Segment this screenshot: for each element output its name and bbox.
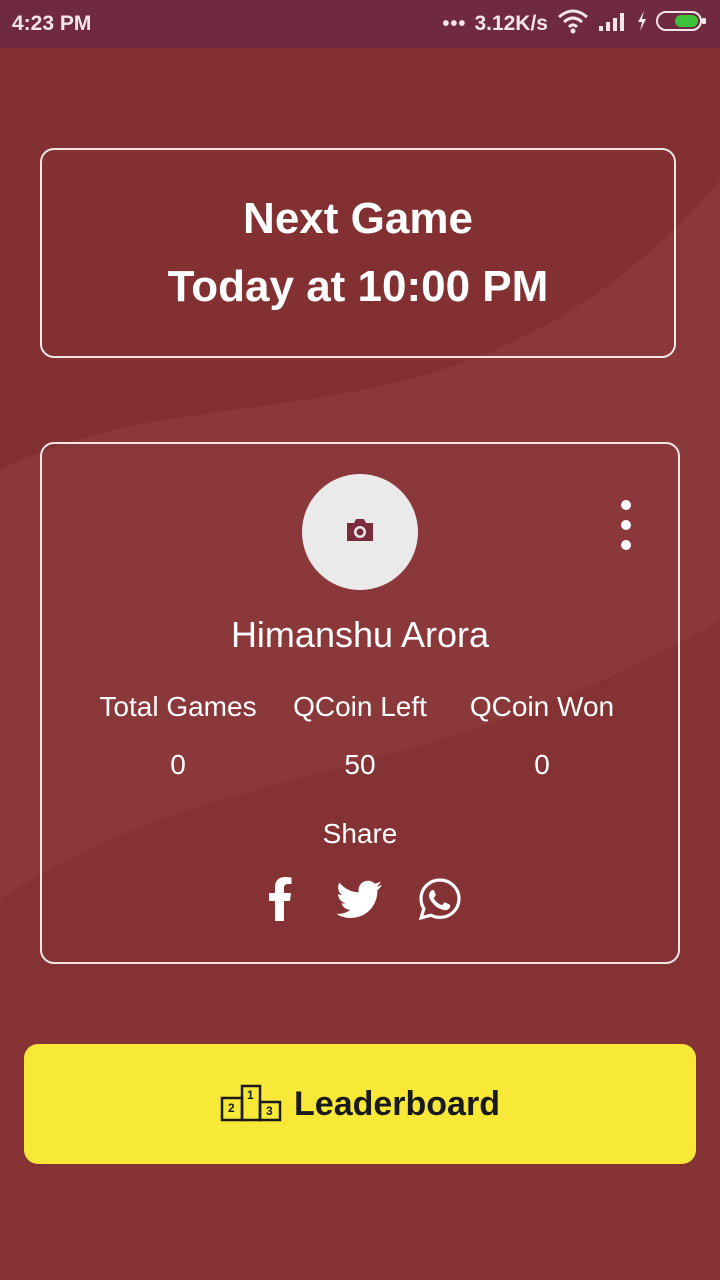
svg-text:3: 3	[266, 1104, 273, 1118]
svg-text:2: 2	[228, 1101, 235, 1115]
camera-icon	[344, 517, 376, 548]
twitter-icon[interactable]	[337, 876, 383, 922]
more-options-icon[interactable]	[614, 500, 638, 550]
stat-qcoin-won: QCoin Won 0	[442, 690, 642, 782]
stat-value: 0	[534, 749, 550, 780]
charging-icon	[636, 10, 648, 38]
stat-value: 0	[170, 749, 186, 780]
stat-qcoin-left: QCoin Left 50	[260, 690, 460, 782]
status-dots: •••	[442, 12, 467, 35]
status-bar: 4:23 PM ••• 3.12K/s	[0, 0, 720, 48]
status-icons: ••• 3.12K/s	[442, 0, 708, 48]
stat-label: QCoin Won	[469, 691, 615, 722]
next-game-time: Today at 10:00 PM	[167, 262, 549, 311]
next-game-card: Next Game Today at 10:00 PM	[40, 148, 676, 358]
wifi-icon	[556, 7, 590, 41]
stat-label: Total Games	[99, 691, 257, 722]
share-label: Share	[322, 818, 398, 849]
svg-text:1: 1	[247, 1088, 254, 1102]
whatsapp-icon[interactable]	[417, 876, 463, 922]
user-name: Himanshu Arora	[230, 614, 490, 655]
battery-icon	[656, 10, 708, 38]
leaderboard-button[interactable]: 2 1 3 Leaderboard	[24, 1044, 696, 1164]
stat-label: QCoin Left	[293, 691, 427, 722]
stat-value: 50	[344, 749, 376, 780]
profile-card: Himanshu Arora Total Games 0 QCoin Left …	[40, 442, 680, 964]
network-speed: 3.12K/s	[474, 12, 548, 35]
status-time: 4:23 PM	[12, 12, 92, 35]
avatar[interactable]	[302, 474, 418, 590]
next-game-title: Next Game	[243, 194, 473, 243]
facebook-icon[interactable]	[257, 876, 303, 922]
share-icons	[42, 876, 678, 922]
podium-icon: 2 1 3	[220, 1082, 282, 1127]
signal-icon	[598, 10, 628, 38]
leaderboard-label: Leaderboard	[294, 1084, 500, 1123]
stat-total-games: Total Games 0	[78, 690, 278, 782]
